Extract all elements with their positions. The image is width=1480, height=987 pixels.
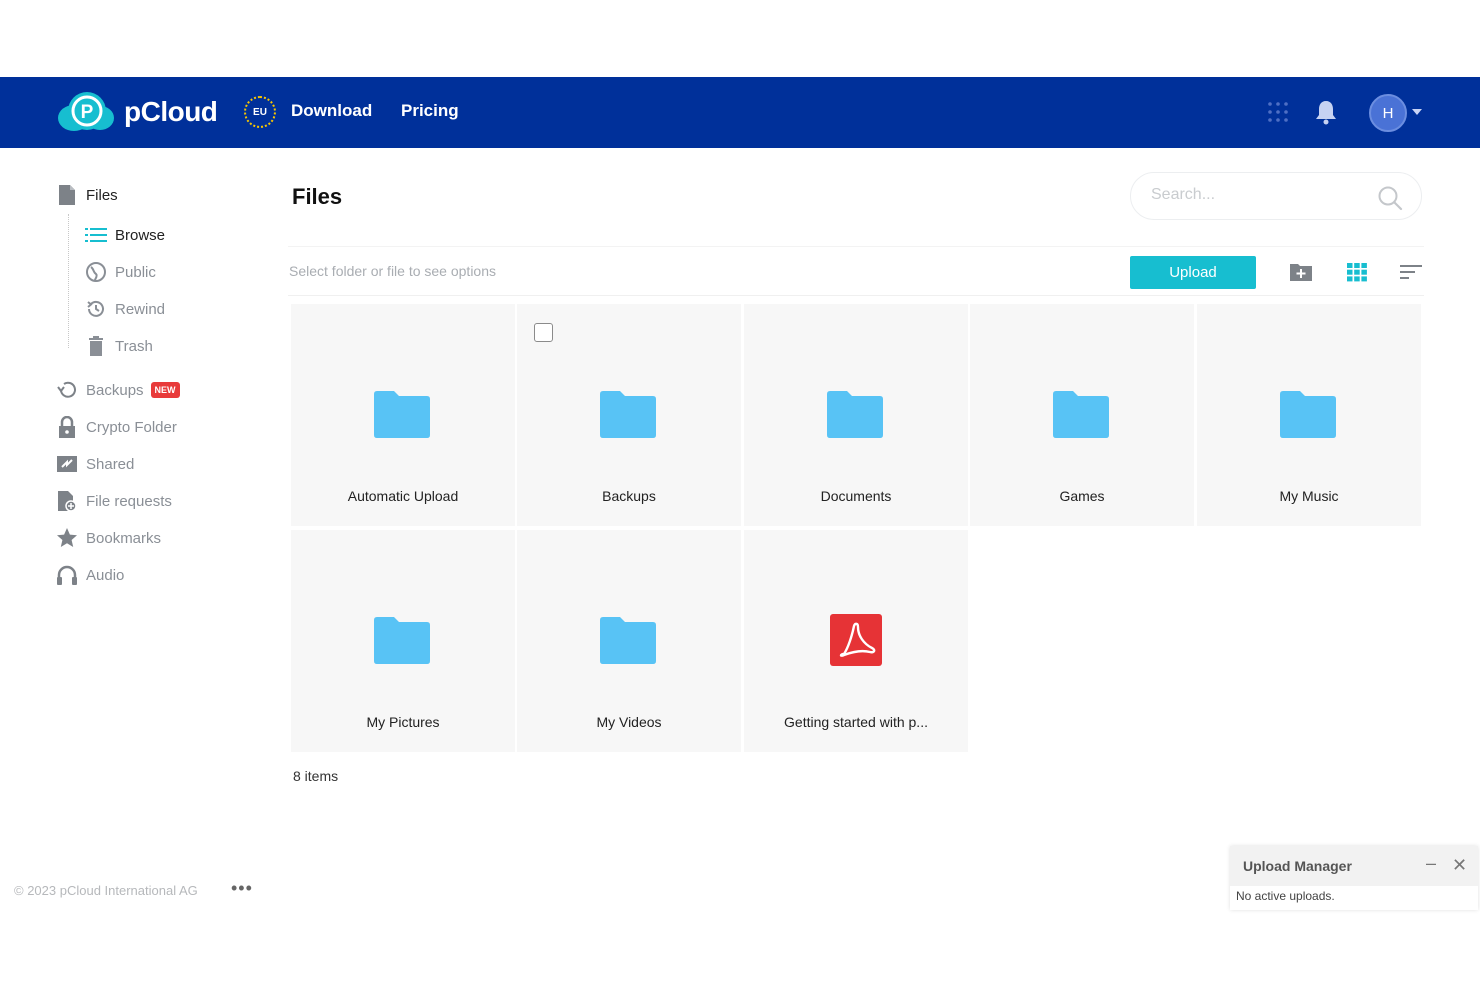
sidebar-item-crypto-folder[interactable]: Crypto Folder [56, 416, 177, 438]
file-name: Games [1059, 488, 1105, 504]
grid-view-icon[interactable] [1344, 260, 1370, 284]
nav-pricing-link[interactable]: Pricing [401, 101, 459, 121]
folder-tile[interactable]: Games [970, 304, 1194, 526]
file-request-icon [56, 490, 78, 512]
top-navigation-bar: P pCloud EU Download Pricing H [0, 77, 1480, 148]
sidebar-item-label: Crypto Folder [86, 418, 177, 436]
sidebar-item-label: Backups [86, 381, 144, 399]
folder-icon [600, 391, 656, 438]
search-icon[interactable] [1377, 185, 1403, 211]
sidebar-item-shared[interactable]: Shared [56, 453, 134, 475]
upload-manager-header: Upload Manager – ✕ [1230, 846, 1478, 886]
sidebar-item-backups[interactable]: Backups NEW [56, 379, 180, 401]
folder-icon [374, 617, 430, 664]
page-title: Files [292, 184, 343, 209]
list-icon [85, 224, 107, 246]
folder-icon [374, 391, 430, 438]
folder-icon [1053, 391, 1109, 438]
more-options-button[interactable]: ••• [231, 878, 253, 899]
pdf-file-icon [830, 614, 882, 666]
upload-status-text: No active uploads. [1236, 889, 1335, 903]
shared-folder-icon [56, 453, 78, 475]
folder-icon [600, 617, 656, 664]
globe-icon [85, 261, 107, 283]
user-avatar[interactable]: H [1369, 94, 1407, 132]
file-name: Backups [602, 488, 656, 504]
folder-icon [827, 391, 883, 438]
history-clock-icon [85, 298, 107, 320]
notifications-bell-icon[interactable] [1314, 99, 1338, 125]
upload-manager-title: Upload Manager [1243, 858, 1352, 874]
upload-manager-panel: Upload Manager – ✕ No active uploads. [1230, 846, 1478, 910]
sort-icon[interactable] [1398, 260, 1424, 284]
sidebar-item-label: Bookmarks [86, 529, 162, 547]
sidebar-item-bookmarks[interactable]: Bookmarks [56, 527, 161, 549]
sidebar-item-browse[interactable]: Browse [85, 224, 165, 246]
sidebar-item-rewind[interactable]: Rewind [85, 298, 165, 320]
folder-tile[interactable]: My Videos [517, 530, 741, 752]
folder-tile[interactable]: Documents [744, 304, 968, 526]
folder-tile[interactable]: Backups [517, 304, 741, 526]
folder-icon [1280, 391, 1336, 438]
nav-download-link[interactable]: Download [291, 101, 372, 121]
minimize-icon[interactable]: – [1426, 853, 1436, 874]
pcloud-logo[interactable]: P pCloud [56, 91, 218, 133]
file-name: Documents [820, 488, 892, 504]
lock-icon [56, 416, 78, 438]
close-icon[interactable]: ✕ [1452, 855, 1467, 876]
copyright-text: © 2023 pCloud International AG [14, 883, 198, 898]
star-icon [56, 527, 78, 549]
search-box [1130, 172, 1422, 220]
upload-button[interactable]: Upload [1130, 256, 1256, 289]
file-icon [56, 184, 78, 206]
file-name: Automatic Upload [347, 488, 459, 504]
apps-grid-icon[interactable] [1266, 100, 1290, 124]
file-name: My Pictures [366, 714, 440, 730]
sidebar-item-label: Browse [115, 226, 166, 244]
svg-text:P: P [81, 102, 94, 123]
folder-tile[interactable]: Automatic Upload [291, 304, 515, 526]
sidebar-item-label: File requests [86, 492, 172, 510]
eu-region-badge: EU [244, 96, 276, 128]
new-folder-icon[interactable] [1288, 260, 1314, 284]
sidebar-item-label: Files [86, 186, 118, 204]
items-count: 8 items [293, 768, 339, 784]
select-checkbox[interactable] [534, 323, 553, 342]
brand-name: pCloud [124, 96, 218, 127]
new-badge: NEW [150, 382, 180, 398]
folder-tile[interactable]: My Music [1197, 304, 1421, 526]
headphones-icon [56, 564, 78, 586]
file-toolbar: Select folder or file to see options Upl… [288, 246, 1424, 296]
file-tile[interactable]: Getting started with p... [744, 530, 968, 752]
tree-connector [68, 214, 69, 348]
folder-tile[interactable]: My Pictures [291, 530, 515, 752]
sidebar-item-file-requests[interactable]: File requests [56, 490, 172, 512]
sidebar-item-public[interactable]: Public [85, 261, 156, 283]
file-name: My Music [1279, 488, 1339, 504]
sidebar-item-label: Trash [115, 337, 153, 355]
pcloud-logo-icon: P [58, 92, 114, 131]
selection-hint: Select folder or file to see options [289, 263, 497, 279]
file-name: My Videos [596, 714, 662, 730]
sidebar-item-trash[interactable]: Trash [85, 335, 153, 357]
sidebar-item-audio[interactable]: Audio [56, 564, 124, 586]
account-menu-caret-icon[interactable] [1412, 109, 1422, 115]
search-input[interactable] [1151, 186, 1371, 204]
sidebar-item-label: Public [115, 263, 156, 281]
file-name: Getting started with p... [784, 714, 928, 730]
backup-refresh-icon [56, 379, 78, 401]
sidebar-item-label: Shared [86, 455, 135, 473]
sidebar-item-label: Rewind [115, 300, 166, 318]
sidebar-item-label: Audio [86, 566, 125, 584]
trash-icon [85, 335, 107, 357]
sidebar-item-files[interactable]: Files [56, 184, 118, 206]
